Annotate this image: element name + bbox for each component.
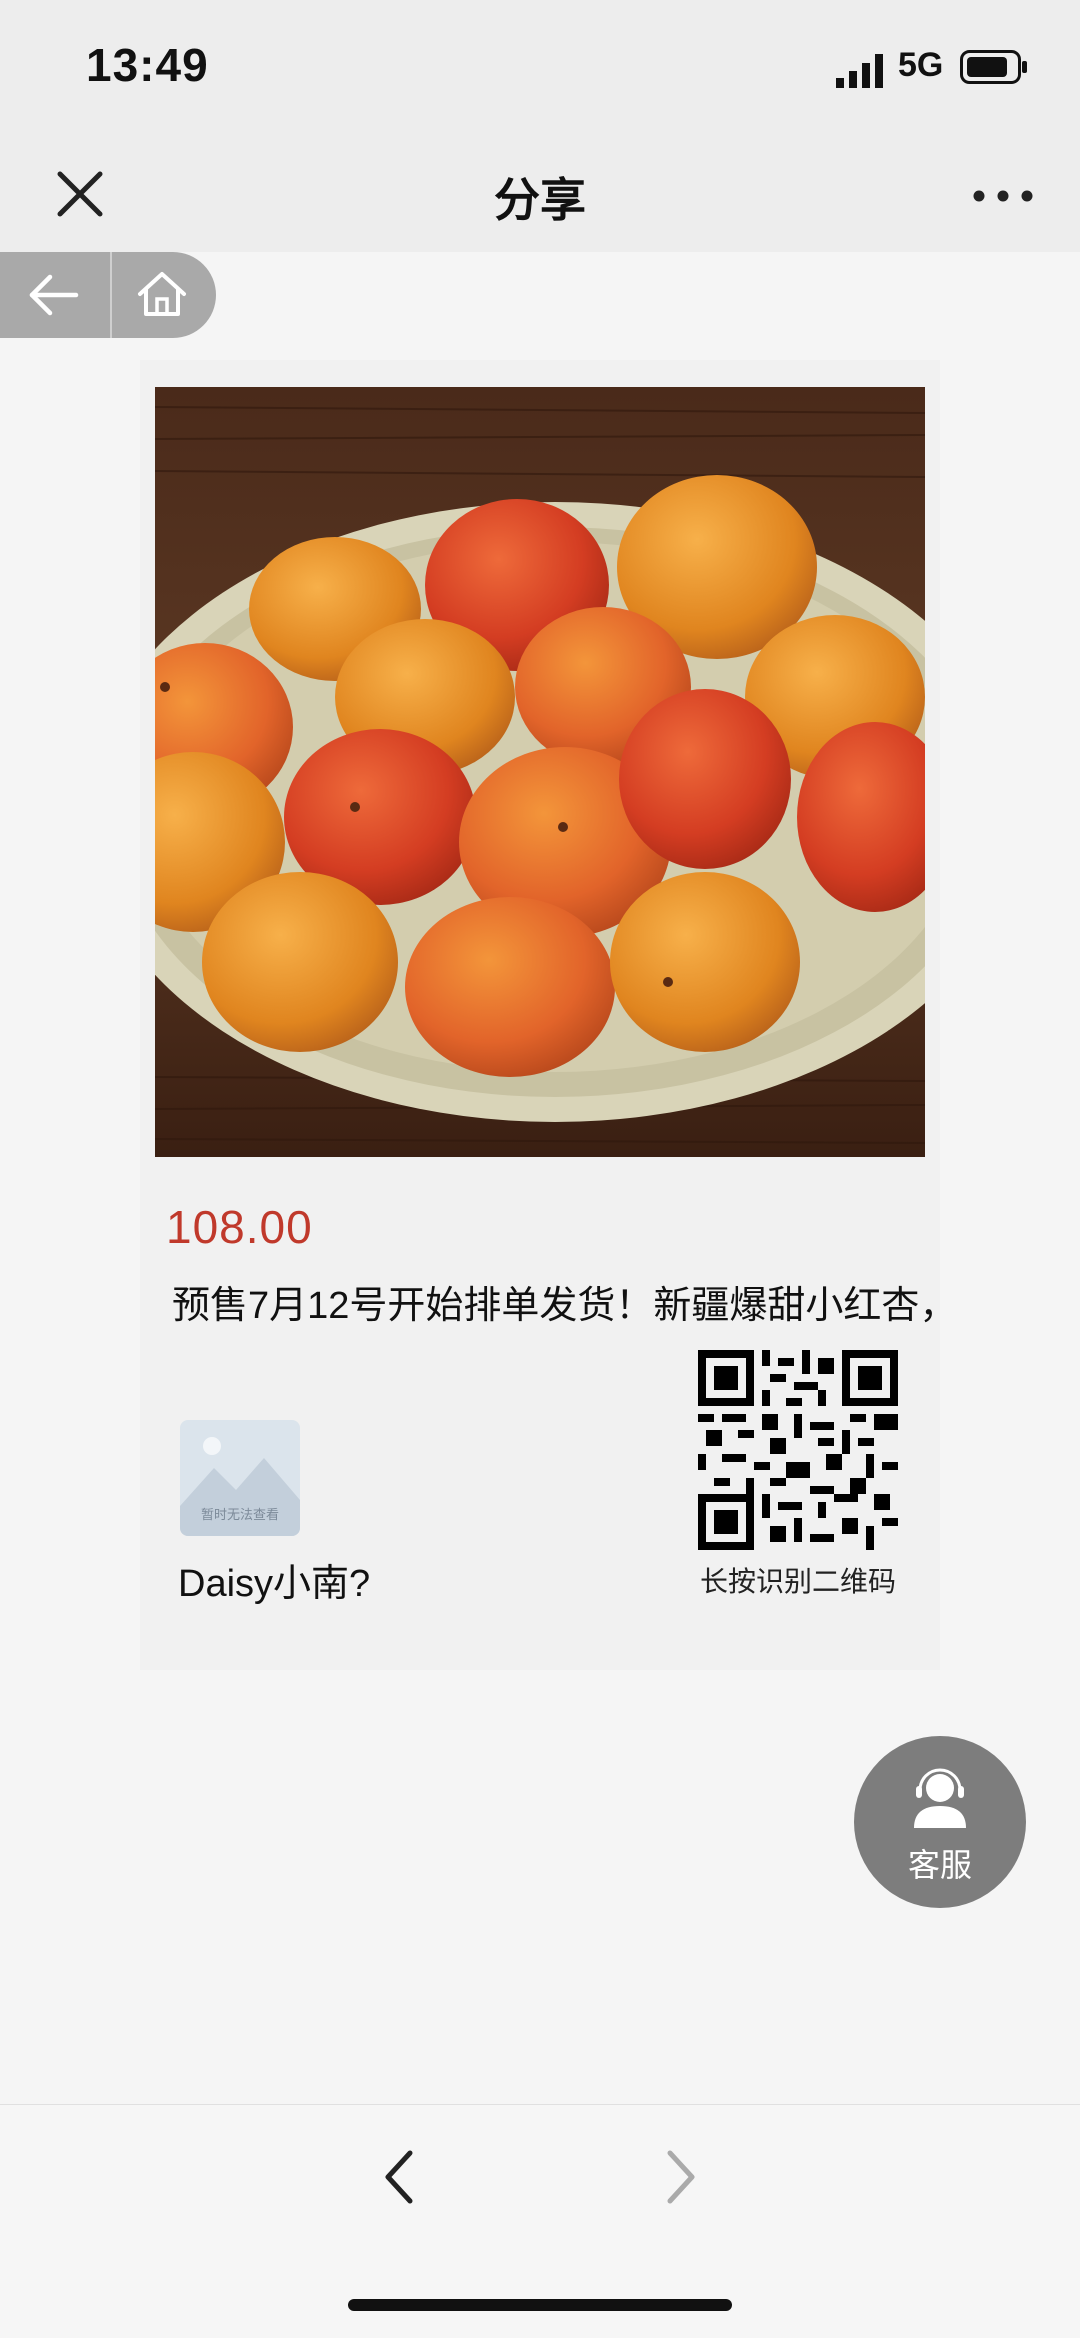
signal-icon	[836, 54, 883, 88]
capsule-divider	[110, 252, 112, 338]
headset-icon	[914, 1768, 966, 1828]
service-label: 客服	[907, 1847, 972, 1883]
seller-name: Daisy小南?	[178, 1563, 371, 1605]
floating-nav-capsule	[0, 252, 216, 338]
chevron-left-icon[interactable]	[380, 2145, 420, 2209]
qr-code[interactable]	[698, 1350, 898, 1550]
home-icon[interactable]	[136, 268, 188, 320]
product-price: 108.00	[166, 1201, 313, 1253]
back-arrow-icon[interactable]	[26, 272, 82, 318]
status-time: 13:49	[86, 39, 209, 91]
chevron-right-icon[interactable]	[660, 2145, 700, 2209]
home-indicator	[348, 2299, 732, 2311]
product-description: 预售7月12号开始排单发货！新疆爆甜小红杏，	[172, 1285, 958, 1327]
battery-icon	[960, 50, 1027, 84]
avatar-placeholder-text: 暂时无法查看	[200, 1507, 279, 1522]
network-type: 5G	[898, 46, 944, 84]
page-title: 分享	[494, 174, 586, 226]
browser-toolbar	[0, 2104, 1080, 2338]
qr-caption: 长按识别二维码	[699, 1566, 896, 1597]
nav-bar: 分享	[0, 140, 1080, 252]
customer-service-button[interactable]: 客服	[854, 1736, 1026, 1908]
product-image	[155, 387, 925, 1157]
avatar: 暂时无法查看	[180, 1420, 300, 1536]
status-bar: 13:49 5G	[0, 0, 1080, 140]
more-icon[interactable]	[968, 176, 1038, 216]
